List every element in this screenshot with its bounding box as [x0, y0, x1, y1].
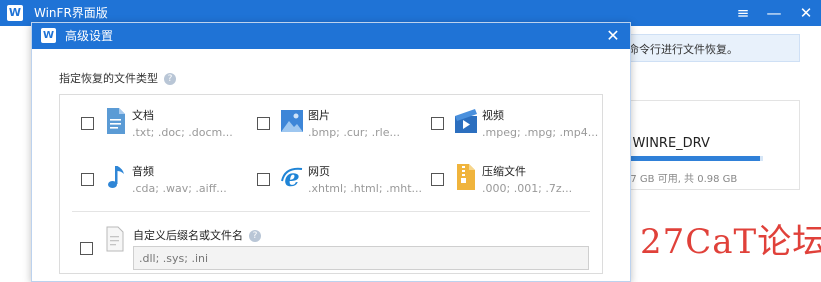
- drive-usage-text: 47 GB 可用, 共 0.98 GB: [624, 174, 738, 185]
- webpage-icon: e: [281, 163, 303, 191]
- drive-usage-bar: [626, 156, 763, 161]
- file-type-archive[interactable]: 压缩文件 .000; .001; .7z...: [431, 163, 601, 203]
- window-title: WinFR界面版: [34, 6, 108, 20]
- archive-checkbox[interactable]: [431, 173, 444, 186]
- image-icon: [281, 110, 303, 132]
- video-icon: [455, 109, 477, 133]
- audio-type-ext: .cda; .wav; .aiff...: [132, 182, 227, 195]
- custom-suffix-checkbox[interactable]: [80, 242, 93, 255]
- webpage-checkbox[interactable]: [257, 173, 270, 186]
- minimize-button[interactable]: —: [762, 2, 786, 24]
- dialog-close-button[interactable]: ✕: [602, 25, 624, 47]
- hint-text: 命令行进行文件恢复。: [628, 43, 738, 56]
- section-divider: [72, 211, 590, 212]
- dialog-titlebar: W 高级设置 ✕: [32, 23, 630, 49]
- file-type-section-label: 指定恢复的文件类型?: [59, 70, 176, 86]
- dialog-logo-icon: W: [41, 28, 56, 43]
- custom-suffix-input[interactable]: [133, 246, 589, 270]
- video-type-ext: .mpeg; .mpg; .mp4...: [482, 126, 599, 139]
- webpage-type-ext: .xhtml; .html; .mht...: [308, 182, 423, 195]
- custom-suffix-label: 自定义后缀名或文件名?: [133, 227, 261, 243]
- video-checkbox[interactable]: [431, 117, 444, 130]
- image-checkbox[interactable]: [257, 117, 270, 130]
- image-type-ext: .bmp; .cur; .rle...: [308, 126, 400, 139]
- document-type-name: 文档: [132, 109, 154, 122]
- document-icon: [107, 108, 125, 134]
- archive-icon: [457, 164, 475, 190]
- svg-text:e: e: [284, 163, 299, 191]
- help-icon[interactable]: ?: [164, 73, 176, 85]
- app-logo-icon: W: [7, 5, 23, 21]
- menu-button[interactable]: ≡: [731, 2, 755, 24]
- file-type-document[interactable]: 文档 .txt; .doc; .docm...: [81, 107, 251, 147]
- document-type-ext: .txt; .doc; .docm...: [132, 126, 233, 139]
- watermark-text: 27CaT论坛: [640, 222, 821, 262]
- dialog-title: 高级设置: [65, 29, 114, 43]
- image-type-name: 图片: [308, 109, 330, 122]
- custom-suffix-label-text: 自定义后缀名或文件名: [133, 229, 243, 242]
- drive-usage-fill: [626, 156, 761, 161]
- file-type-video[interactable]: 视频 .mpeg; .mpg; .mp4...: [431, 107, 601, 147]
- custom-help-icon[interactable]: ?: [249, 230, 261, 242]
- custom-file-icon: [106, 226, 124, 252]
- archive-type-ext: .000; .001; .7z...: [482, 182, 573, 195]
- advanced-settings-dialog: W 高级设置 ✕ 指定恢复的文件类型? 文档 .txt; .doc; .docm…: [31, 22, 631, 282]
- file-type-image[interactable]: 图片 .bmp; .cur; .rle...: [257, 107, 427, 147]
- document-checkbox[interactable]: [81, 117, 94, 130]
- audio-checkbox[interactable]: [81, 173, 94, 186]
- video-type-name: 视频: [482, 109, 504, 122]
- drive-label: : WINRE_DRV: [624, 136, 710, 151]
- archive-type-name: 压缩文件: [482, 165, 526, 178]
- file-types-panel: 文档 .txt; .doc; .docm... 图片 .bmp; .cur; .…: [59, 94, 603, 274]
- audio-icon: [108, 166, 124, 188]
- file-type-audio[interactable]: 音频 .cda; .wav; .aiff...: [81, 163, 251, 203]
- audio-type-name: 音频: [132, 165, 154, 178]
- section-label-text: 指定恢复的文件类型: [59, 72, 158, 85]
- webpage-type-name: 网页: [308, 165, 330, 178]
- file-type-webpage[interactable]: e 网页 .xhtml; .html; .mht...: [257, 163, 427, 203]
- close-window-button[interactable]: ✕: [794, 2, 818, 24]
